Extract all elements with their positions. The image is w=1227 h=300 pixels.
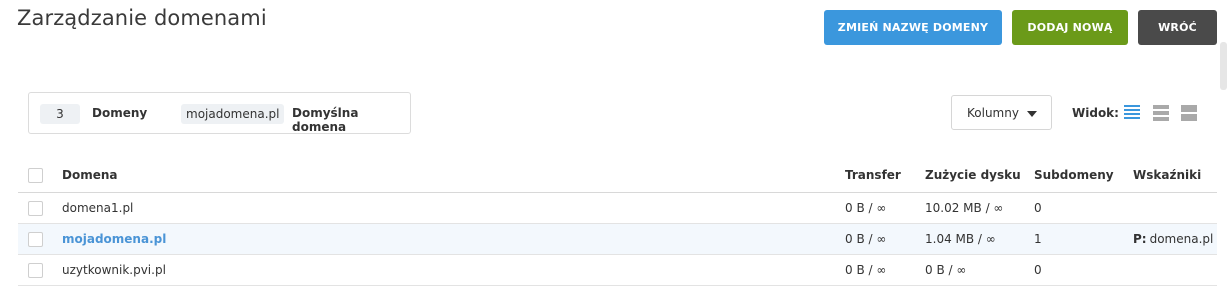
domain-name[interactable]: uzytkownik.pvi.pl bbox=[62, 255, 166, 285]
transfer-value: 0 B / ∞ bbox=[845, 232, 887, 246]
column-indicators[interactable]: Wskaźniki bbox=[1133, 158, 1201, 192]
domain-count-label: Domeny bbox=[92, 106, 148, 120]
large-view-icon[interactable] bbox=[1181, 105, 1197, 122]
table-row: mojadomena.pl 0 B / ∞ 1.04 MB / ∞ 1 P: d… bbox=[18, 224, 1217, 255]
select-all-checkbox[interactable] bbox=[28, 158, 44, 192]
view-label: Widok: bbox=[1072, 106, 1119, 120]
subdomains-count: 1 bbox=[1034, 232, 1042, 246]
domains-table: Domena Transfer Zużycie dysku Subdomeny … bbox=[18, 158, 1217, 286]
table-header: Domena Transfer Zużycie dysku Subdomeny … bbox=[18, 158, 1217, 193]
rename-domain-button[interactable]: ZMIEŃ NAZWĘ DOMENY bbox=[824, 10, 1002, 45]
indicators-cell: P: domena.pl bbox=[1133, 224, 1213, 254]
caret-down-icon bbox=[1027, 111, 1037, 117]
subdomains-count: 0 bbox=[1034, 201, 1042, 215]
transfer-value: 0 B / ∞ bbox=[845, 263, 887, 277]
add-new-button[interactable]: DODAJ NOWĄ bbox=[1012, 10, 1128, 45]
domain-name-link[interactable]: mojadomena.pl bbox=[62, 224, 166, 254]
row-checkbox[interactable] bbox=[28, 255, 44, 285]
page-title: Zarządzanie domenami bbox=[17, 6, 267, 30]
transfer-value: 0 B / ∞ bbox=[845, 201, 887, 215]
back-button[interactable]: WRÓĆ bbox=[1138, 10, 1217, 45]
indicator-key: P: bbox=[1133, 232, 1147, 246]
column-subdomains[interactable]: Subdomeny bbox=[1034, 158, 1114, 192]
column-transfer[interactable]: Transfer bbox=[845, 158, 901, 192]
table-row: domena1.pl 0 B / ∞ 10.02 MB / ∞ 0 bbox=[18, 193, 1217, 224]
columns-label: Kolumny bbox=[967, 105, 1019, 120]
compact-view-icon[interactable] bbox=[1153, 105, 1169, 122]
scrollbar[interactable] bbox=[1220, 42, 1227, 90]
disk-usage-value: 0 B / ∞ bbox=[925, 263, 967, 277]
row-checkbox[interactable] bbox=[28, 224, 44, 254]
columns-dropdown[interactable]: Kolumny bbox=[951, 95, 1052, 130]
domain-count-badge: 3 bbox=[40, 104, 80, 124]
domain-stats: 3 Domeny mojadomena.pl Domyślna domena bbox=[28, 92, 411, 134]
indicator-value: domena.pl bbox=[1149, 232, 1214, 246]
table-row: uzytkownik.pvi.pl 0 B / ∞ 0 B / ∞ 0 bbox=[18, 255, 1217, 286]
row-checkbox[interactable] bbox=[28, 193, 44, 223]
list-view-icon[interactable] bbox=[1124, 105, 1140, 122]
disk-usage-value: 10.02 MB / ∞ bbox=[925, 201, 1004, 215]
default-domain-label: Domyślna domena bbox=[292, 106, 359, 134]
disk-usage-value: 1.04 MB / ∞ bbox=[925, 232, 996, 246]
column-disk-usage[interactable]: Zużycie dysku bbox=[925, 158, 1021, 192]
default-domain-badge: mojadomena.pl bbox=[181, 104, 285, 124]
domain-name[interactable]: domena1.pl bbox=[62, 193, 133, 223]
subdomains-count: 0 bbox=[1034, 263, 1042, 277]
column-domain[interactable]: Domena bbox=[62, 158, 118, 192]
